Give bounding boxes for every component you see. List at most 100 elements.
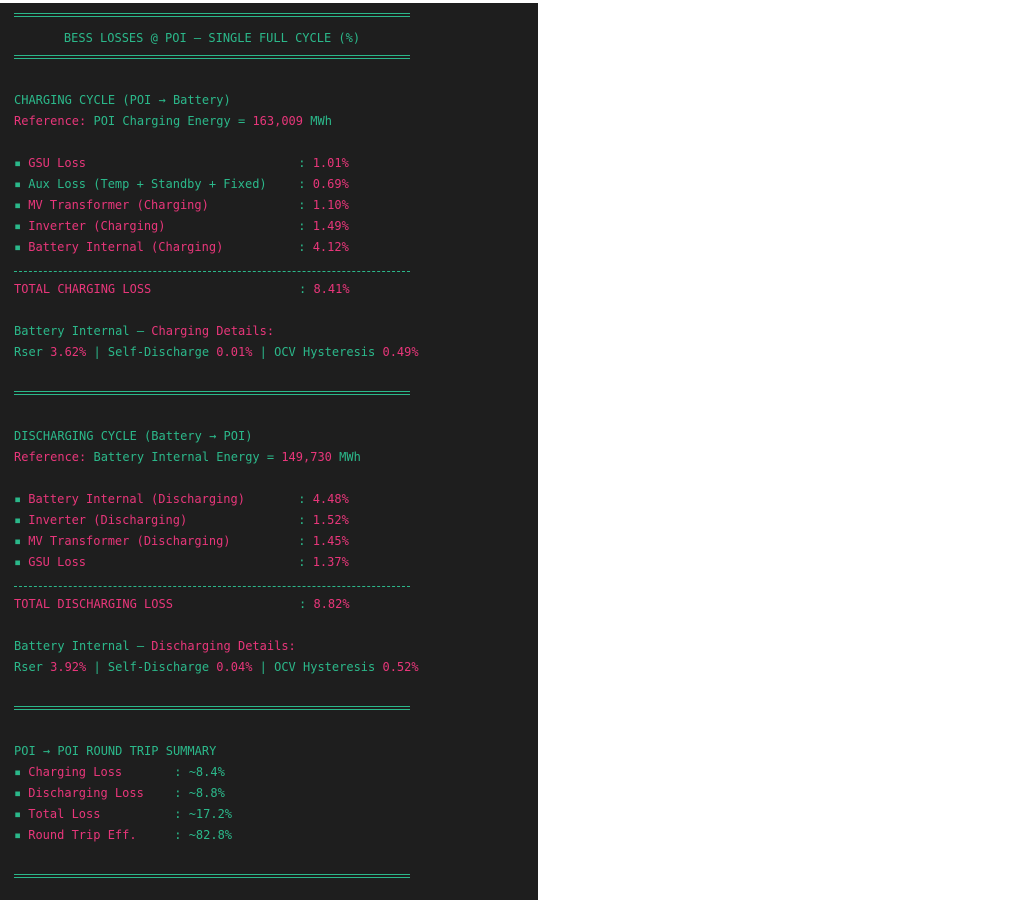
ocv-value: 0.49%: [382, 345, 419, 359]
colon: :: [174, 786, 189, 800]
divider-dashed: [14, 271, 410, 272]
bullet-icon: ▪: [14, 177, 22, 191]
bullet-icon: ▪: [14, 492, 22, 506]
reference-unit: MWh: [303, 114, 332, 128]
reference-value: 163,009: [252, 114, 304, 128]
item-label: Aux Loss (Temp + Standby + Fixed): [28, 177, 267, 191]
list-item: ▪ Charging Loss: ~8.4%: [14, 764, 225, 780]
charging-details-line: Rser 3.62% | Self-Discharge 0.01% | OCV …: [14, 344, 419, 360]
colon: :: [298, 555, 313, 569]
reference-label: Reference:: [14, 450, 94, 464]
list-item: ▪ Aux Loss (Temp + Standby + Fixed): 0.69…: [14, 176, 349, 192]
item-label: GSU Loss: [28, 156, 87, 170]
details-title-prefix: Battery Internal –: [14, 639, 152, 653]
reference-text: POI Charging Energy =: [93, 114, 253, 128]
divider-double: [14, 706, 410, 710]
item-label: Total Loss: [28, 807, 101, 821]
bullet-icon: ▪: [14, 828, 22, 842]
charging-details-title: Battery Internal – Charging Details:: [14, 323, 274, 339]
item-value: 4.48%: [312, 492, 349, 506]
report-title: BESS LOSSES @ POI – SINGLE FULL CYCLE (%…: [63, 31, 361, 45]
item-label: Charging Loss: [28, 765, 123, 779]
item-value: 0.69%: [312, 177, 349, 191]
colon: :: [298, 198, 313, 212]
list-item: ▪ Inverter (Charging): 1.49%: [14, 218, 349, 234]
reference-text: Battery Internal Energy =: [93, 450, 282, 464]
list-item: ▪ Discharging Loss: ~8.8%: [14, 785, 225, 801]
self-discharge-value: 0.01%: [216, 345, 253, 359]
colon: :: [174, 828, 189, 842]
ocv-label: | OCV Hysteresis: [252, 660, 383, 674]
discharging-total: TOTAL DISCHARGING LOSS: 8.82%: [14, 596, 350, 612]
ocv-value: 0.52%: [382, 660, 419, 674]
item-label: MV Transformer (Discharging): [28, 534, 231, 548]
list-item: ▪ MV Transformer (Discharging): 1.45%: [14, 533, 349, 549]
item-label: Inverter (Charging): [28, 219, 166, 233]
colon: :: [298, 492, 313, 506]
item-value: ~8.4%: [188, 765, 225, 779]
list-item: ▪ Battery Internal (Charging): 4.12%: [14, 239, 349, 255]
rser-label: Rser: [14, 345, 51, 359]
discharging-heading: DISCHARGING CYCLE (Battery → POI): [14, 429, 253, 443]
total-label: TOTAL CHARGING LOSS: [14, 282, 152, 296]
self-discharge-value: 0.04%: [216, 660, 253, 674]
summary-heading: POI → POI ROUND TRIP SUMMARY: [14, 744, 217, 758]
discharging-reference: Reference: Battery Internal Energy = 149…: [14, 449, 361, 465]
item-value: 1.10%: [312, 198, 349, 212]
colon: :: [298, 219, 313, 233]
divider-double: [14, 13, 410, 17]
details-title-suffix: Discharging Details:: [151, 639, 296, 653]
bullet-icon: ▪: [14, 807, 22, 821]
output-panel: BESS LOSSES @ POI – SINGLE FULL CYCLE (%…: [0, 3, 538, 900]
list-item: ▪ Battery Internal (Discharging): 4.48%: [14, 491, 349, 507]
colon: :: [299, 282, 314, 296]
divider-dashed: [14, 586, 410, 587]
item-label: Battery Internal (Discharging): [28, 492, 245, 506]
rser-value: 3.62%: [50, 345, 87, 359]
item-value: 1.45%: [312, 534, 349, 548]
colon: :: [298, 240, 313, 254]
bullet-icon: ▪: [14, 534, 22, 548]
bullet-icon: ▪: [14, 156, 22, 170]
discharging-details-line: Rser 3.92% | Self-Discharge 0.04% | OCV …: [14, 659, 419, 675]
rser-value: 3.92%: [50, 660, 87, 674]
charging-total: TOTAL CHARGING LOSS: 8.41%: [14, 281, 350, 297]
self-discharge-label: | Self-Discharge: [86, 345, 217, 359]
total-label: TOTAL DISCHARGING LOSS: [14, 597, 173, 611]
bullet-icon: ▪: [14, 513, 22, 527]
item-value: 1.37%: [312, 555, 349, 569]
ocv-label: | OCV Hysteresis: [252, 345, 383, 359]
colon: :: [174, 807, 189, 821]
item-label: Battery Internal (Charging): [28, 240, 224, 254]
bullet-icon: ▪: [14, 240, 22, 254]
self-discharge-label: | Self-Discharge: [86, 660, 217, 674]
item-label: Inverter (Discharging): [28, 513, 188, 527]
total-value: 8.41%: [313, 282, 350, 296]
item-label: MV Transformer (Charging): [28, 198, 209, 212]
bullet-icon: ▪: [14, 198, 22, 212]
details-title-prefix: Battery Internal –: [14, 324, 152, 338]
item-value: 1.52%: [312, 513, 349, 527]
discharging-details-title: Battery Internal – Discharging Details:: [14, 638, 296, 654]
divider-double: [14, 391, 410, 395]
list-item: ▪ Round Trip Eff.: ~82.8%: [14, 827, 232, 843]
colon: :: [298, 177, 313, 191]
reference-label: Reference:: [14, 114, 94, 128]
reference-value: 149,730: [281, 450, 332, 464]
colon: :: [174, 765, 189, 779]
item-label: GSU Loss: [28, 555, 87, 569]
colon: :: [299, 597, 314, 611]
details-title-suffix: Charging Details:: [151, 324, 275, 338]
divider-double: [14, 874, 410, 878]
divider-double: [14, 55, 410, 59]
rser-label: Rser: [14, 660, 51, 674]
bullet-icon: ▪: [14, 219, 22, 233]
reference-unit: MWh: [331, 450, 361, 464]
list-item: ▪ Inverter (Discharging): 1.52%: [14, 512, 349, 528]
item-label: Discharging Loss: [28, 786, 144, 800]
bullet-icon: ▪: [14, 555, 22, 569]
list-item: ▪ MV Transformer (Charging): 1.10%: [14, 197, 349, 213]
colon: :: [298, 156, 313, 170]
colon: :: [298, 513, 313, 527]
list-item: ▪ GSU Loss: 1.37%: [14, 554, 349, 570]
